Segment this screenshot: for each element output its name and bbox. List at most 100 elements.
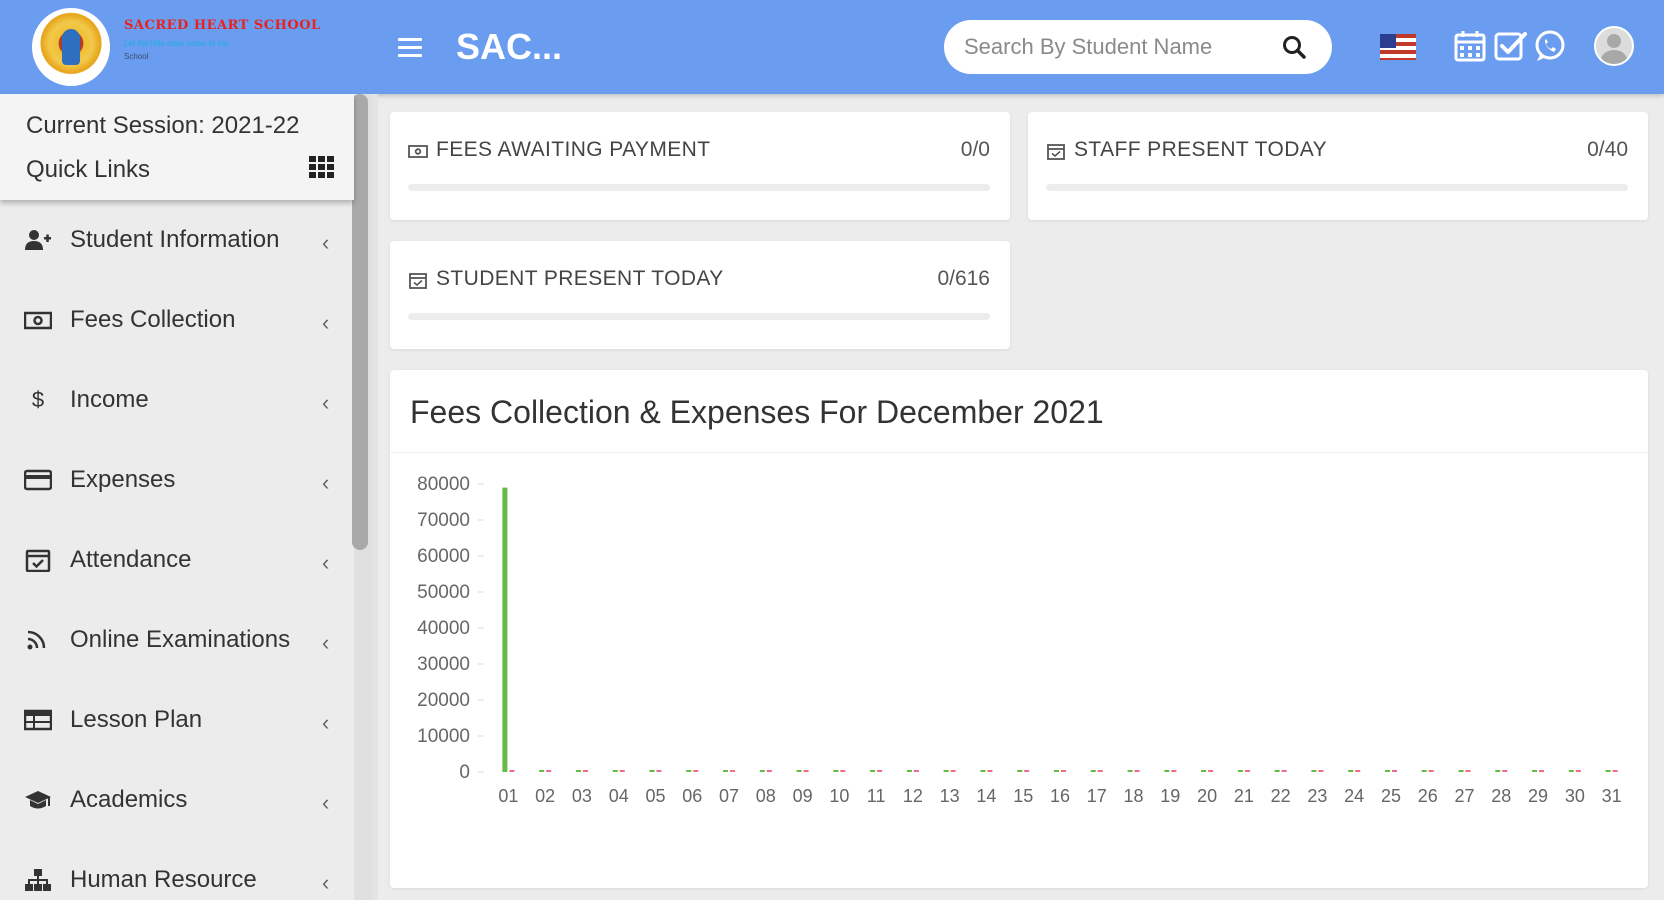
school-logo[interactable] — [32, 8, 110, 86]
table-icon — [24, 709, 52, 731]
expense-bar[interactable] — [1244, 770, 1250, 772]
expense-bar[interactable] — [1428, 770, 1434, 772]
sidebar-scrollbar-thumb[interactable] — [352, 94, 368, 550]
chevron-left-icon: ‹ — [322, 710, 330, 735]
expense-bar[interactable] — [987, 770, 993, 772]
sidebar-item-lesson-plan[interactable]: Lesson Plan ‹ — [0, 680, 354, 760]
fees-bar[interactable] — [612, 770, 618, 772]
current-session[interactable]: Current Session: 2021-22 — [26, 112, 300, 140]
expense-bar[interactable] — [1575, 770, 1581, 772]
fees-bar[interactable] — [1127, 770, 1133, 772]
fees-bar[interactable] — [980, 770, 986, 772]
fees-bar[interactable] — [870, 770, 876, 772]
fees-bar[interactable] — [1568, 770, 1574, 772]
fees-bar[interactable] — [1384, 770, 1390, 772]
fees-bar[interactable] — [1090, 770, 1096, 772]
expense-bar[interactable] — [950, 770, 956, 772]
fees-bar[interactable] — [1164, 770, 1170, 772]
expense-bar[interactable] — [1281, 770, 1287, 772]
whatsapp-icon[interactable] — [1532, 28, 1568, 64]
expense-bar[interactable] — [1171, 770, 1177, 772]
us-flag-icon[interactable] — [1380, 34, 1416, 60]
brand-block: SACRED HEART SCHOOL Let the little ones … — [124, 18, 344, 61]
expense-bar[interactable] — [619, 770, 625, 772]
expense-bar[interactable] — [1097, 770, 1103, 772]
expense-bar[interactable] — [509, 770, 515, 772]
fees-bar[interactable] — [1311, 770, 1317, 772]
sidebar-item-label: Lesson Plan — [70, 706, 203, 733]
expense-bar[interactable] — [1024, 770, 1030, 772]
fees-bar[interactable] — [1421, 770, 1427, 772]
expense-bar[interactable] — [913, 770, 919, 772]
sidebar-item-attendance[interactable]: Attendance ‹ — [0, 520, 354, 600]
fees-bar[interactable] — [575, 770, 581, 772]
expense-bar[interactable] — [803, 770, 809, 772]
sidebar-item-academics[interactable]: Academics ‹ — [0, 760, 354, 840]
expense-bar[interactable] — [730, 770, 736, 772]
dollar-icon: $ — [31, 387, 45, 412]
fees-bar[interactable] — [833, 770, 839, 772]
fees-bar[interactable] — [943, 770, 949, 772]
y-tick-label: 80000 — [417, 474, 470, 495]
fees-bar[interactable] — [1532, 770, 1538, 772]
user-avatar[interactable] — [1594, 26, 1634, 66]
sidebar-item-fees-collection[interactable]: Fees Collection ‹ — [0, 280, 354, 360]
fees-bar[interactable] — [1605, 770, 1611, 772]
expense-bar[interactable] — [1355, 770, 1361, 772]
expense-bar[interactable] — [1612, 770, 1618, 772]
fees-bar[interactable] — [1201, 770, 1207, 772]
x-tick-label: 10 — [829, 786, 849, 806]
fees-bar[interactable] — [796, 770, 802, 772]
x-tick-label: 06 — [682, 786, 702, 806]
x-tick-label: 16 — [1050, 786, 1070, 806]
sidebar-item-label: Student Information — [70, 226, 280, 253]
expense-bar[interactable] — [1318, 770, 1324, 772]
expense-bar[interactable] — [1539, 770, 1545, 772]
check-square-icon[interactable] — [1492, 28, 1528, 64]
expense-bar[interactable] — [1134, 770, 1140, 772]
sidebar-item-expenses[interactable]: Expenses ‹ — [0, 440, 354, 520]
fees-bar[interactable] — [906, 770, 912, 772]
fees-bar[interactable] — [539, 770, 545, 772]
grid-icon[interactable] — [309, 156, 335, 178]
sidebar-item-online-examinations[interactable]: Online Examinations ‹ — [0, 600, 354, 680]
search-input[interactable] — [964, 34, 1248, 60]
expense-bar[interactable] — [1502, 770, 1508, 772]
fees-bar[interactable] — [723, 770, 729, 772]
expense-bar[interactable] — [840, 770, 846, 772]
fees-bar[interactable] — [686, 770, 692, 772]
expense-bar[interactable] — [546, 770, 552, 772]
sidebar-item-label: Academics — [70, 786, 188, 813]
fees-bar[interactable] — [502, 487, 508, 772]
quick-links-label[interactable]: Quick Links — [26, 156, 150, 184]
expense-bar[interactable] — [1061, 770, 1066, 772]
search-icon[interactable] — [1281, 34, 1307, 60]
expense-bar[interactable] — [582, 770, 588, 772]
fees-bar[interactable] — [1495, 770, 1501, 772]
expense-bar[interactable] — [693, 770, 699, 772]
hamburger-menu-icon[interactable] — [398, 38, 422, 58]
sidebar-item-student-information[interactable]: Student Information ‹ — [0, 200, 354, 280]
user-plus-icon — [25, 230, 51, 250]
expense-bar[interactable] — [1391, 770, 1397, 772]
fees-bar[interactable] — [1017, 770, 1023, 772]
calendar-check-icon — [1047, 144, 1065, 160]
fees-bar[interactable] — [1348, 770, 1354, 772]
fees-bar[interactable] — [649, 770, 655, 772]
expense-bar[interactable] — [766, 770, 772, 772]
fees-bar[interactable] — [1458, 770, 1464, 772]
expense-bar[interactable] — [656, 770, 662, 772]
x-tick-label: 14 — [976, 786, 996, 806]
fees-bar[interactable] — [1274, 770, 1280, 772]
fees-bar[interactable] — [759, 770, 765, 772]
sidebar-item-income[interactable]: $ Income ‹ — [0, 360, 354, 440]
fees-bar[interactable] — [1237, 770, 1243, 772]
expense-bar[interactable] — [877, 770, 883, 772]
calendar-icon[interactable] — [1452, 28, 1488, 64]
student-present-card: STUDENT PRESENT TODAY 0/616 — [390, 241, 1010, 349]
expense-bar[interactable] — [1208, 770, 1214, 772]
sidebar-item-human-resource[interactable]: Human Resource ‹ — [0, 840, 354, 900]
fees-bar[interactable] — [1054, 770, 1059, 772]
expense-bar[interactable] — [1465, 770, 1471, 772]
chevron-left-icon: ‹ — [322, 310, 330, 335]
